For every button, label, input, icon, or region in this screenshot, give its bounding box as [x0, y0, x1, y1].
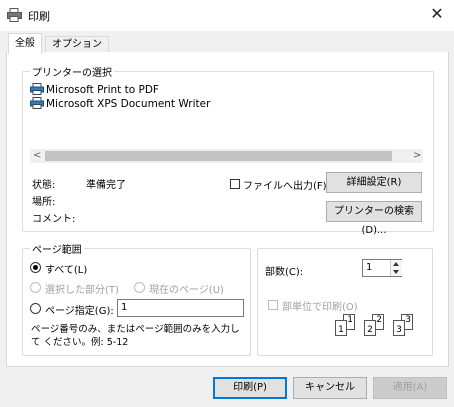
scroll-right-arrow-icon[interactable]: > [413, 149, 421, 163]
radio-current-page-label[interactable]: 現在のページ(U) [149, 281, 224, 296]
collate-checkbox[interactable] [268, 300, 278, 310]
radio-all-label[interactable]: すべて(L) [45, 261, 87, 276]
printer-name: Microsoft XPS Document Writer [46, 98, 211, 110]
find-printer-button[interactable]: プリンターの検索(D)... [326, 201, 422, 236]
collate-label[interactable]: 部単位で印刷(O) [282, 298, 358, 313]
apply-button[interactable]: 適用(A) [373, 377, 447, 399]
radio-selection[interactable] [30, 282, 41, 293]
collate-page: 2 [364, 320, 376, 336]
copies-spinner[interactable] [390, 260, 402, 276]
printer-icon [7, 8, 22, 22]
radio-selection-label[interactable]: 選択した部分(T) [45, 281, 119, 296]
scroll-left-arrow-icon[interactable]: < [33, 149, 41, 163]
printer-name: Microsoft Print to PDF [46, 84, 159, 96]
status-label: 状態: [32, 180, 56, 191]
printer-select-legend: プリンターの選択 [30, 64, 114, 79]
title-bar: 印刷 ✕ [0, 0, 454, 31]
printer-list-scrollbar[interactable]: < > [30, 149, 423, 163]
printer-icon [30, 97, 44, 109]
spin-down-icon[interactable] [393, 270, 399, 274]
window-title: 印刷 [28, 10, 50, 23]
preferences-button[interactable]: 詳細設定(R) [326, 172, 422, 193]
location-label: 場所: [32, 197, 56, 208]
cancel-button[interactable]: キャンセル [293, 377, 367, 399]
radio-current-page[interactable] [134, 282, 145, 293]
radio-pages-label[interactable]: ページ指定(G): [45, 302, 114, 317]
radio-pages[interactable] [30, 303, 41, 314]
collate-page: 1 [335, 320, 347, 336]
pages-input[interactable]: 1 [117, 299, 244, 317]
print-button[interactable]: 印刷(P) [213, 377, 287, 399]
print-to-file-checkbox[interactable] [230, 179, 240, 189]
copies-value: 1 [366, 262, 373, 273]
close-icon[interactable]: ✕ [426, 4, 448, 24]
printer-item-xps[interactable]: Microsoft XPS Document Writer [30, 97, 210, 111]
tab-options[interactable]: オプション [45, 36, 109, 53]
printer-icon [30, 83, 44, 95]
scrollbar-thumb[interactable] [45, 151, 392, 161]
comment-label: コメント: [32, 214, 76, 225]
collate-page: 3 [393, 320, 405, 336]
copies-label: 部数(C): [265, 267, 304, 278]
page-range-legend: ページ範囲 [30, 241, 84, 256]
spin-up-icon[interactable] [393, 262, 399, 266]
printer-item-pdf[interactable]: Microsoft Print to PDF [30, 83, 159, 97]
status-value: 準備完了 [86, 180, 126, 191]
tab-general[interactable]: 全般 [8, 33, 42, 54]
radio-all[interactable] [30, 262, 41, 273]
page-range-hint: ページ番号のみ、またはページ範囲のみを入力して ください。例: 5-12 [31, 324, 240, 348]
print-to-file-label[interactable]: ファイルへ出力(F) [243, 177, 327, 192]
printer-list[interactable]: Microsoft Print to PDF Microsoft XPS Doc… [30, 81, 423, 147]
collate-illustration: 1 1 2 2 3 3 [335, 314, 415, 342]
